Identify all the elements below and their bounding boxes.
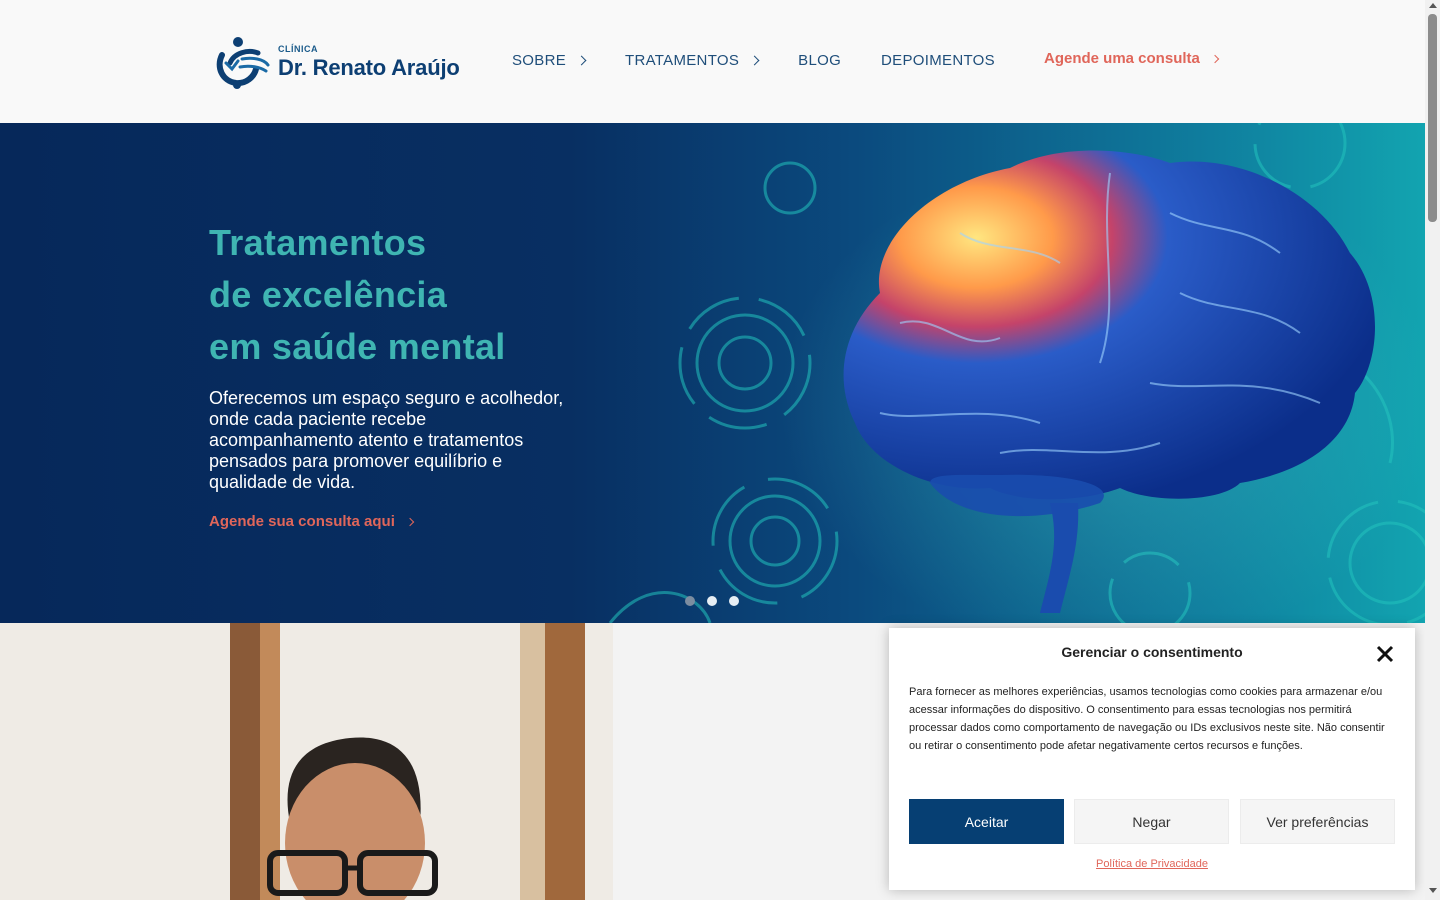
hero-title-line: Tratamentos [209,222,427,263]
chevron-right-icon [1210,54,1220,63]
hero-title: Tratamentos de excelência em saúde menta… [209,217,506,373]
scrollbar-thumb[interactable] [1428,14,1437,222]
hero-banner: Tratamentos de excelência em saúde menta… [0,123,1425,623]
carousel-dot-1[interactable] [685,596,695,606]
nav-item-label: TRATAMENTOS [625,51,740,69]
nav-item-blog[interactable]: BLOG [798,52,841,69]
hero-title-line: em saúde mental [209,326,506,367]
nav-item-depoimentos[interactable]: DEPOIMENTOS [881,52,995,69]
consent-title: Gerenciar o consentimento [1061,644,1243,660]
scroll-down-arrow-icon[interactable] [1429,888,1437,893]
nav-item-label: DEPOIMENTOS [881,51,995,69]
chevron-right-icon [749,55,760,65]
schedule-appointment-link[interactable]: Agende uma consulta [1044,50,1220,67]
hero-schedule-link[interactable]: Agende sua consulta aqui [209,513,415,530]
main-nav: SOBRE TRATAMENTOS BLOG DEPOIMENTOS [512,50,995,70]
hero-cta-label: Agende sua consulta aqui [209,513,395,530]
view-preferences-button[interactable]: Ver preferências [1240,799,1395,844]
carousel-dots [685,596,739,606]
hero-title-line: de excelência [209,274,448,315]
brain-illustration [608,123,1425,623]
cta-label: Agende uma consulta [1044,50,1200,67]
accept-button[interactable]: Aceitar [909,799,1064,844]
nav-item-tratamentos[interactable]: TRATAMENTOS [625,51,760,69]
logo-mark-icon [216,37,270,89]
carousel-dot-2[interactable] [707,596,717,606]
page-scrollbar[interactable] [1425,0,1440,900]
consent-text: Para fornecer as melhores experiências, … [909,686,1385,752]
logo-name: Dr. Renato Araújo [278,54,460,80]
clinic-logo[interactable]: CLÍNICA Dr. Renato Araújo [212,33,462,91]
hero-subtitle: Oferecemos um espaço seguro e acolhedor,… [209,388,564,492]
nav-item-label: SOBRE [512,51,567,69]
doctor-photo [0,623,613,900]
carousel-dot-3[interactable] [729,596,739,606]
deny-button[interactable]: Negar [1074,799,1229,844]
site-header: CLÍNICA Dr. Renato Araújo SOBRE TRATAMEN… [0,0,1425,123]
cookie-consent-modal: Gerenciar o consentimento Para fornecer … [889,628,1415,890]
scroll-up-arrow-icon[interactable] [1429,3,1437,8]
doctor-portrait-image [0,623,613,900]
privacy-policy-link[interactable]: Política de Privacidade [889,858,1415,870]
logo-tagline: CLÍNICA [278,43,318,54]
chevron-right-icon [576,55,587,65]
chevron-right-icon [405,517,415,526]
nav-item-label: BLOG [798,51,842,69]
close-icon[interactable] [1375,644,1395,664]
nav-item-sobre[interactable]: SOBRE [512,51,587,69]
